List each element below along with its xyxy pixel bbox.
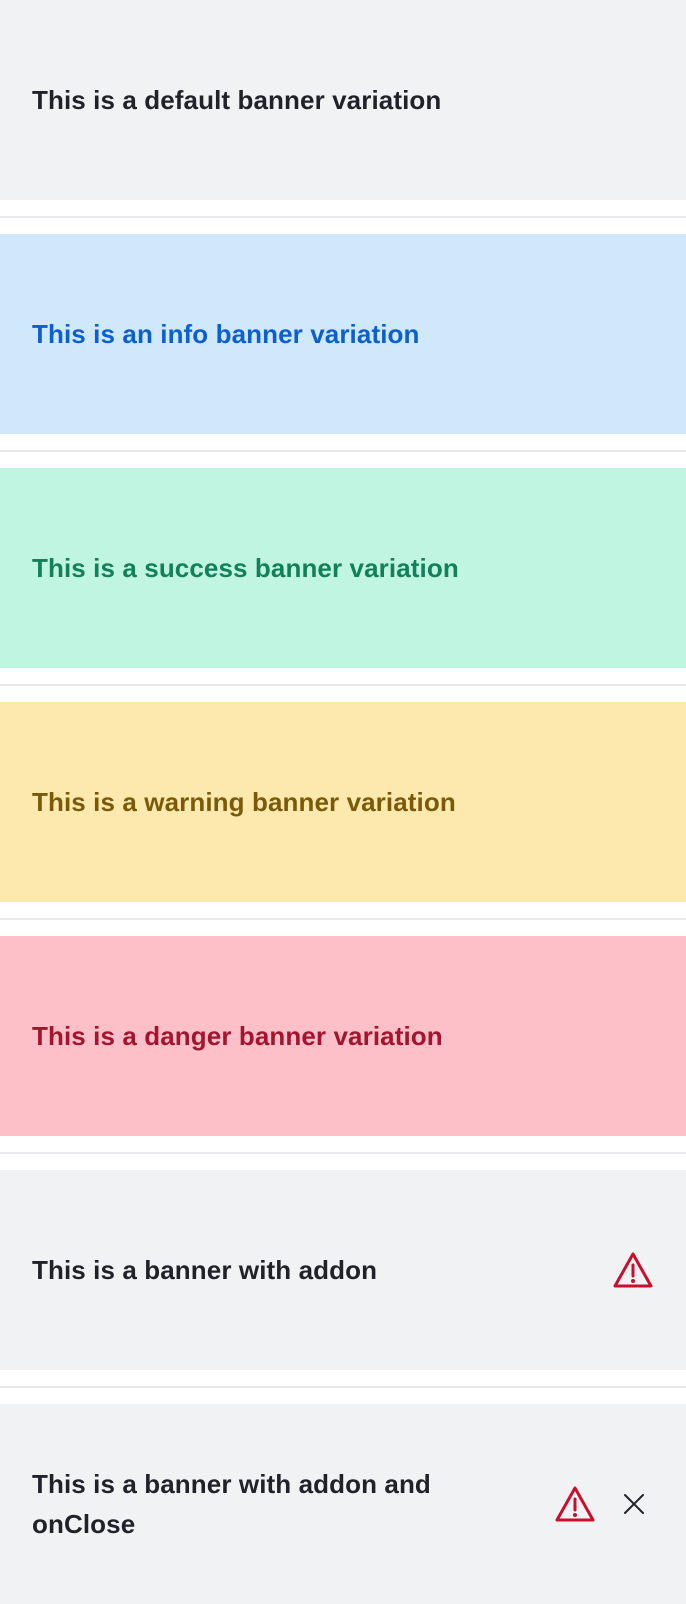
info-banner-text: This is an info banner variation: [32, 319, 420, 349]
divider: [0, 684, 686, 686]
addon-close-banner: This is a banner with addon and onClose: [0, 1404, 686, 1604]
divider: [0, 1152, 686, 1154]
divider: [0, 450, 686, 452]
divider: [0, 918, 686, 920]
info-banner: This is an info banner variation: [0, 234, 686, 434]
danger-banner-text: This is a danger banner variation: [32, 1021, 443, 1051]
default-banner-text: This is a default banner variation: [32, 85, 442, 115]
addon-banner-text: This is a banner with addon: [32, 1255, 378, 1285]
warning-triangle-icon: [612, 1251, 654, 1289]
success-banner-text: This is a success banner variation: [32, 553, 459, 583]
success-banner: This is a success banner variation: [0, 468, 686, 668]
close-icon: [622, 1492, 646, 1516]
danger-banner: This is a danger banner variation: [0, 936, 686, 1136]
divider: [0, 1386, 686, 1388]
close-button[interactable]: [614, 1484, 654, 1524]
addon-close-banner-text: This is a banner with addon and onClose: [32, 1469, 431, 1539]
divider: [0, 216, 686, 218]
warning-triangle-icon: [554, 1485, 596, 1523]
warning-banner-text: This is a warning banner variation: [32, 787, 456, 817]
addon-group: [554, 1484, 654, 1524]
warning-banner: This is a warning banner variation: [0, 702, 686, 902]
addon-banner: This is a banner with addon: [0, 1170, 686, 1370]
default-banner: This is a default banner variation: [0, 0, 686, 200]
